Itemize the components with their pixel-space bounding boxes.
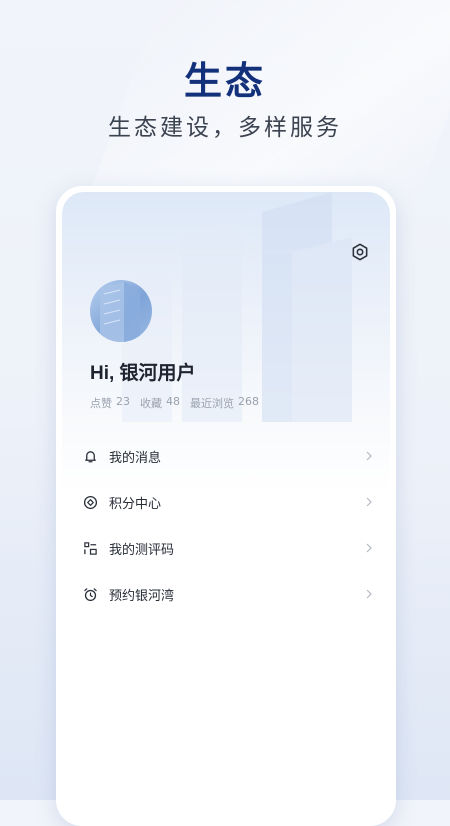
profile-menu: 我的消息 积分中心 我的测评码 预约银河湾 <box>82 433 374 617</box>
user-stats: 点赞 23 收藏 48 最近浏览 268 <box>90 395 259 411</box>
code-icon <box>82 540 98 556</box>
menu-item-messages[interactable]: 我的消息 <box>82 433 374 479</box>
stat-value: 23 <box>116 395 130 408</box>
menu-item-label: 我的消息 <box>109 450 162 466</box>
profile-screen: Hi, 银河用户 点赞 23 收藏 48 最近浏览 268 我的消息 积分中心 … <box>62 192 390 826</box>
phone-mockup: Hi, 银河用户 点赞 23 收藏 48 最近浏览 268 我的消息 积分中心 … <box>56 186 396 826</box>
stat-label: 最近浏览 <box>190 397 234 410</box>
settings-hexagon-icon <box>352 243 368 261</box>
stat-value: 48 <box>166 395 180 408</box>
page-subheadline: 生态建设，多样服务 <box>108 115 342 141</box>
points-icon <box>82 494 98 510</box>
stat-label: 点赞 <box>90 397 112 410</box>
stat-likes[interactable]: 点赞 23 <box>90 395 130 411</box>
bell-icon <box>82 448 98 464</box>
menu-item-points-center[interactable]: 积分中心 <box>82 479 374 525</box>
user-greeting: Hi, 银河用户 <box>90 363 196 384</box>
settings-button[interactable] <box>349 241 371 263</box>
avatar-image <box>100 282 140 342</box>
avatar[interactable] <box>90 280 152 342</box>
chevron-right-icon <box>364 450 374 462</box>
stat-label: 收藏 <box>140 397 162 410</box>
stat-value: 268 <box>238 395 259 408</box>
menu-item-evaluation-code[interactable]: 我的测评码 <box>82 525 374 571</box>
chevron-right-icon <box>364 542 374 554</box>
chevron-right-icon <box>364 496 374 508</box>
chevron-right-icon <box>364 588 374 600</box>
alarm-clock-icon <box>82 586 98 602</box>
stat-recent-views[interactable]: 最近浏览 268 <box>190 395 259 411</box>
menu-item-label: 积分中心 <box>109 496 162 512</box>
menu-item-label: 我的测评码 <box>109 542 175 558</box>
menu-item-book-galaxy-bay[interactable]: 预约银河湾 <box>82 571 374 617</box>
page-headline: 生态 <box>183 59 266 103</box>
stat-favorites[interactable]: 收藏 48 <box>140 395 180 411</box>
menu-item-label: 预约银河湾 <box>109 588 175 604</box>
